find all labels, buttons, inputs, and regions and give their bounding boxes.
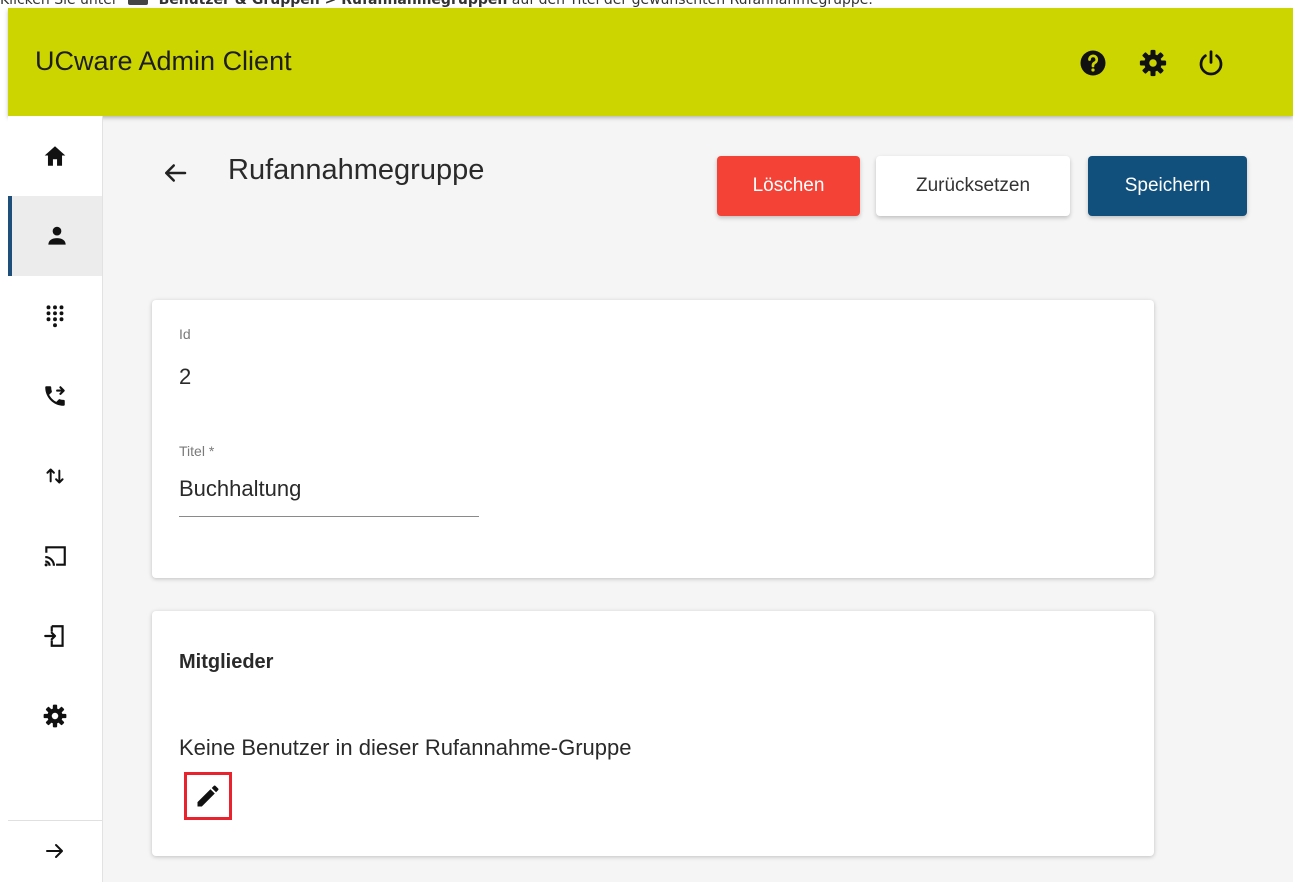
gear-icon <box>43 704 67 728</box>
help-icon[interactable] <box>1078 48 1108 78</box>
phone-forward-icon <box>45 386 65 406</box>
instruction-caption: Klicken Sie unter Benutzer & Gruppen > R… <box>0 0 1293 8</box>
app-title: UCware Admin Client <box>35 46 292 76</box>
arrow-right-icon <box>46 844 63 858</box>
settings-icon[interactable] <box>1138 48 1168 78</box>
delete-button[interactable]: Löschen <box>717 156 860 216</box>
sidebar-item-settings[interactable] <box>8 676 102 756</box>
sidebar-item-users[interactable] <box>8 196 102 276</box>
swap-vert-icon <box>46 468 64 484</box>
pencil-icon <box>197 785 219 807</box>
cast-icon <box>44 546 66 567</box>
back-arrow-icon[interactable] <box>160 158 190 188</box>
dialpad-icon <box>46 305 64 328</box>
person-icon <box>48 226 66 245</box>
members-empty-text: Keine Benutzer in dieser Rufannahme-Grup… <box>179 735 632 760</box>
reset-button[interactable]: Zurücksetzen <box>876 156 1070 216</box>
sidebar-item-home[interactable] <box>8 116 102 196</box>
details-card: Id 2 Titel * Buchhaltung <box>152 300 1154 578</box>
sidebar-item-cast[interactable] <box>8 516 102 596</box>
sidebar-item-call-forwarding[interactable] <box>8 356 102 436</box>
sidebar-expand[interactable] <box>8 821 102 881</box>
caption-suffix: auf den Titel der gewünschten Rufannahme… <box>511 0 873 8</box>
edit-members-button[interactable] <box>184 772 232 820</box>
sidebar-item-login[interactable] <box>8 596 102 676</box>
title-field[interactable]: Buchhaltung <box>179 476 301 502</box>
sidebar-item-swap[interactable] <box>8 436 102 516</box>
title-label: Titel * <box>179 443 215 459</box>
save-button[interactable]: Speichern <box>1088 156 1247 216</box>
members-card: Mitglieder Keine Benutzer in dieser Rufa… <box>152 611 1154 856</box>
title-field-underline <box>179 516 479 517</box>
admin-client-window: UCware Admin Client Rufannahmegruppe Lös… <box>8 8 1293 882</box>
sidebar-item-dialpad[interactable] <box>8 276 102 356</box>
id-label: Id <box>179 326 191 342</box>
members-heading: Mitglieder <box>179 651 274 673</box>
sidebar-nav <box>8 116 103 882</box>
id-value: 2 <box>179 364 192 389</box>
top-app-bar: UCware Admin Client <box>8 8 1293 116</box>
page-title: Rufannahmegruppe <box>228 154 485 186</box>
home-icon <box>44 146 66 166</box>
menu-icon <box>128 0 149 5</box>
login-icon <box>44 625 64 647</box>
caption-menu-path: Benutzer & Gruppen > Rufannahmegruppen <box>158 0 508 8</box>
caption-prefix: Klicken Sie unter <box>0 0 118 8</box>
power-icon[interactable] <box>1196 48 1226 78</box>
